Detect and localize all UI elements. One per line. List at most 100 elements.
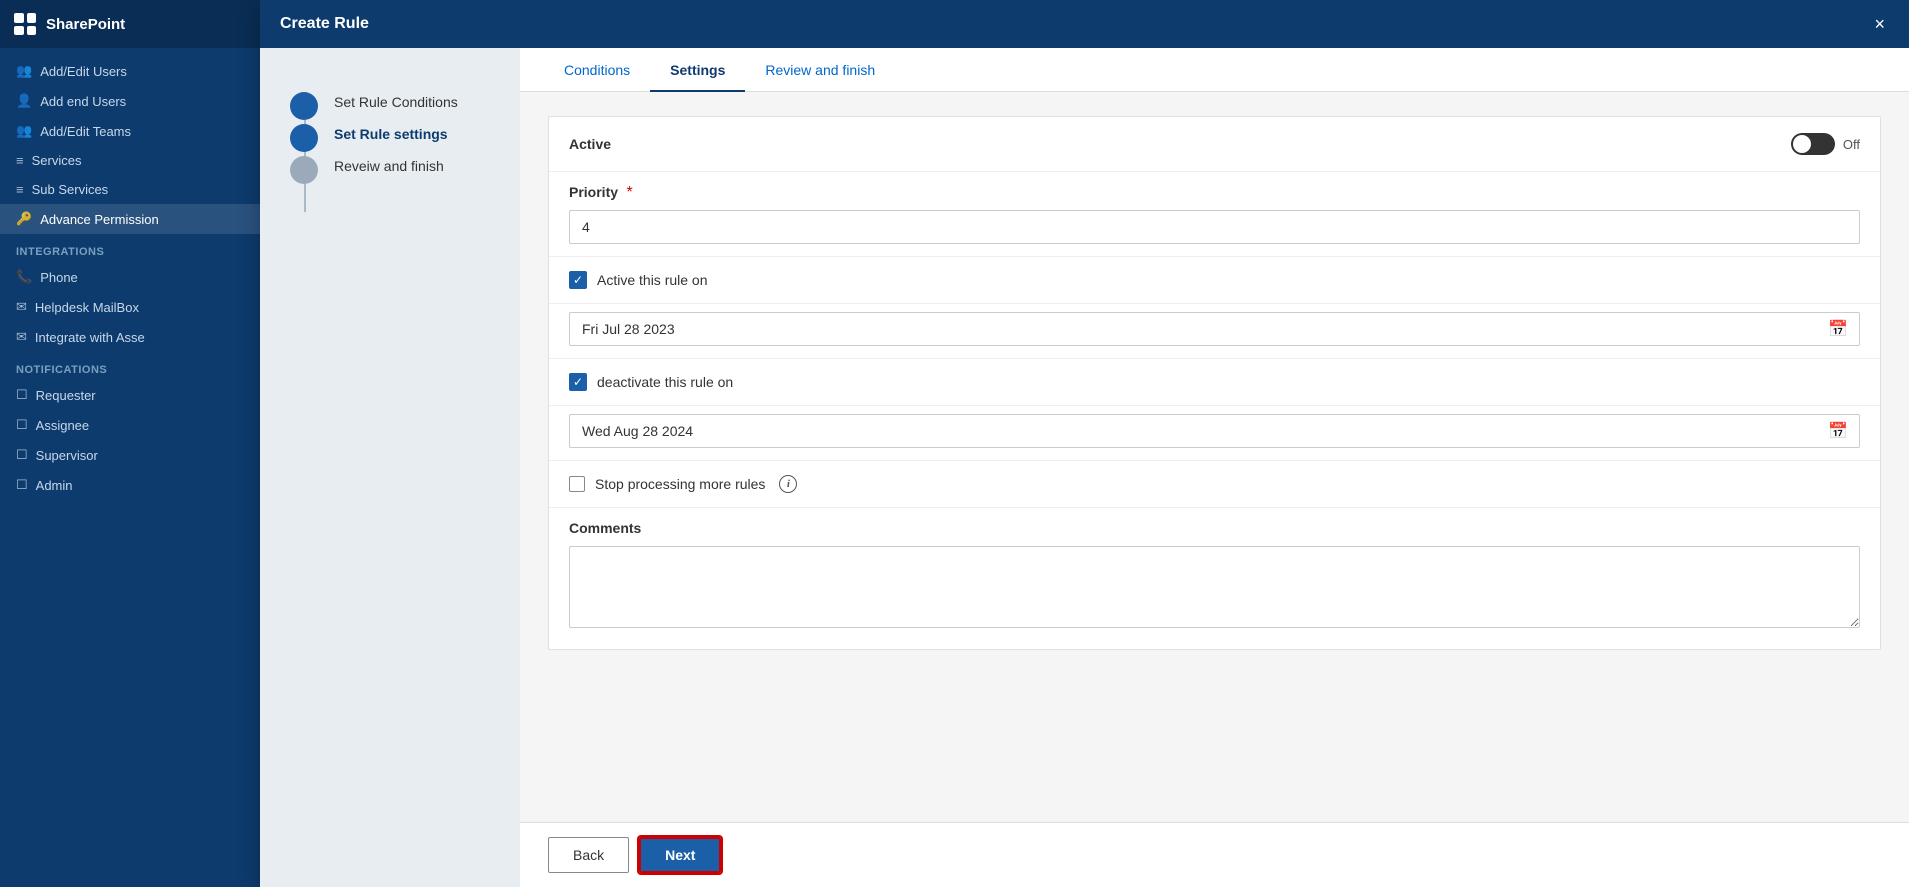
sidebar-item-label: Supervisor [36, 448, 98, 463]
notifications-section-label: Notifications [0, 352, 260, 380]
app-name: SharePoint [46, 16, 125, 33]
dialog-header: Create Rule × [260, 0, 1909, 48]
stepper-item-1: Set Rule Conditions [290, 88, 490, 120]
sidebar-item-sub-services[interactable]: ≡ Sub Services [0, 175, 260, 204]
sidebar-item-helpdesk-mailbox[interactable]: ✉ Helpdesk MailBox [0, 292, 260, 322]
priority-input[interactable] [569, 210, 1860, 244]
back-button[interactable]: Back [548, 837, 629, 873]
active-date-input[interactable] [569, 312, 1860, 346]
stop-processing-info-icon[interactable]: i [779, 475, 797, 493]
app-icon [14, 13, 36, 35]
deactivate-checkbox[interactable] [569, 373, 587, 391]
sidebar-item-assignee[interactable]: ☐ Assignee [0, 410, 260, 440]
tab-settings[interactable]: Settings [650, 48, 745, 92]
stepper: Set Rule Conditions Set Rule settings Re… [260, 48, 520, 887]
key-icon: 🔑 [16, 211, 32, 227]
sidebar: SharePoint 👥 Add/Edit Users 👤 Add end Us… [0, 0, 260, 887]
user-icon: 👤 [16, 93, 32, 109]
active-rule-checkbox-row: Active this rule on [549, 257, 1880, 304]
sidebar-item-add-edit-teams[interactable]: 👥 Add/Edit Teams [0, 116, 260, 146]
toggle-off-label: Off [1843, 137, 1860, 152]
tab-review[interactable]: Review and finish [745, 48, 895, 92]
stepper-label-1: Set Rule Conditions [334, 88, 458, 110]
dialog-right-panel: Conditions Settings Review and finish [520, 48, 1909, 887]
comments-textarea[interactable] [569, 546, 1860, 628]
sidebar-item-advance-permission[interactable]: 🔑 Advance Permission [0, 204, 260, 234]
create-rule-dialog: Create Rule × Set Rule Conditions [260, 0, 1909, 887]
priority-label: Priority [569, 184, 618, 200]
form-content: Active Off Priority * [520, 92, 1909, 822]
next-button[interactable]: Next [639, 837, 721, 873]
stepper-circle-1 [290, 92, 318, 120]
teams-icon: 👥 [16, 123, 32, 139]
sidebar-item-phone[interactable]: 📞 Phone [0, 262, 260, 292]
sidebar-item-label: Helpdesk MailBox [35, 300, 139, 315]
toggle-wrapper: Off [1791, 133, 1860, 155]
sidebar-item-label: Add/Edit Users [40, 64, 127, 79]
admin-icon: ☐ [16, 477, 28, 493]
active-date-wrapper: 📅 [569, 312, 1860, 346]
stepper-item-3: Reveiw and finish [290, 152, 490, 184]
dialog-footer: Back Next [520, 822, 1909, 887]
dialog-close-button[interactable]: × [1870, 11, 1889, 37]
stepper-item-2: Set Rule settings [290, 120, 490, 152]
priority-required: * [626, 184, 632, 201]
sidebar-item-label: Requester [36, 388, 96, 403]
sidebar-item-integrate[interactable]: ✉ Integrate with Asse [0, 322, 260, 352]
stepper-circle-2 [290, 124, 318, 152]
sidebar-content: 👥 Add/Edit Users 👤 Add end Users 👥 Add/E… [0, 48, 260, 887]
supervisor-icon: ☐ [16, 447, 28, 463]
sidebar-item-label: Admin [36, 478, 73, 493]
stop-processing-checkbox[interactable] [569, 476, 585, 492]
tab-conditions[interactable]: Conditions [544, 48, 650, 92]
stepper-circle-3 [290, 156, 318, 184]
deactivate-label: deactivate this rule on [597, 374, 733, 390]
stepper-label-3: Reveiw and finish [334, 152, 444, 174]
active-rule-label: Active this rule on [597, 272, 708, 288]
priority-section: Priority * [549, 172, 1880, 257]
dialog-overlay: Create Rule × Set Rule Conditions [260, 0, 1909, 887]
sidebar-item-services[interactable]: ≡ Services [0, 146, 260, 175]
comments-label: Comments [569, 520, 641, 536]
sidebar-item-label: Assignee [36, 418, 89, 433]
sidebar-header: SharePoint [0, 0, 260, 48]
dialog-title: Create Rule [280, 15, 369, 33]
services-icon: ≡ [16, 153, 24, 168]
sidebar-item-label: Advance Permission [40, 212, 159, 227]
sidebar-item-add-end-users[interactable]: 👤 Add end Users [0, 86, 260, 116]
stop-processing-row: Stop processing more rules i [549, 461, 1880, 508]
sidebar-item-add-edit-users[interactable]: 👥 Add/Edit Users [0, 56, 260, 86]
priority-label-row: Priority * [569, 184, 1860, 202]
sidebar-item-label: Integrate with Asse [35, 330, 145, 345]
comments-section: Comments [549, 508, 1880, 649]
main-content: Create Rule × Set Rule Conditions [260, 0, 1909, 887]
dialog-body: Set Rule Conditions Set Rule settings Re… [260, 48, 1909, 887]
deactivate-date-input[interactable] [569, 414, 1860, 448]
mail-icon: ✉ [16, 299, 27, 315]
active-date-calendar-icon[interactable]: 📅 [1828, 319, 1848, 339]
settings-form-section: Active Off Priority * [548, 116, 1881, 650]
sub-services-icon: ≡ [16, 182, 24, 197]
sidebar-item-label: Phone [40, 270, 78, 285]
deactivate-date-calendar-icon[interactable]: 📅 [1828, 421, 1848, 441]
sidebar-item-label: Add/Edit Teams [40, 124, 131, 139]
sidebar-item-supervisor[interactable]: ☐ Supervisor [0, 440, 260, 470]
sidebar-item-label: Add end Users [40, 94, 126, 109]
sidebar-item-requester[interactable]: ☐ Requester [0, 380, 260, 410]
integrate-icon: ✉ [16, 329, 27, 345]
sidebar-item-label: Services [32, 153, 82, 168]
deactivate-date-wrapper: 📅 [569, 414, 1860, 448]
deactivate-checkbox-row: deactivate this rule on [549, 359, 1880, 406]
active-rule-checkbox[interactable] [569, 271, 587, 289]
tabs-bar: Conditions Settings Review and finish [520, 48, 1909, 92]
comments-label-row: Comments [569, 520, 1860, 538]
active-label: Active [569, 136, 611, 152]
sidebar-item-admin[interactable]: ☐ Admin [0, 470, 260, 500]
active-date-section: 📅 [549, 304, 1880, 359]
phone-icon: 📞 [16, 269, 32, 285]
integrations-section-label: Integrations [0, 234, 260, 262]
sidebar-item-label: Sub Services [32, 182, 109, 197]
active-row: Active Off [549, 117, 1880, 172]
active-toggle[interactable] [1791, 133, 1835, 155]
stop-processing-label: Stop processing more rules [595, 476, 765, 492]
